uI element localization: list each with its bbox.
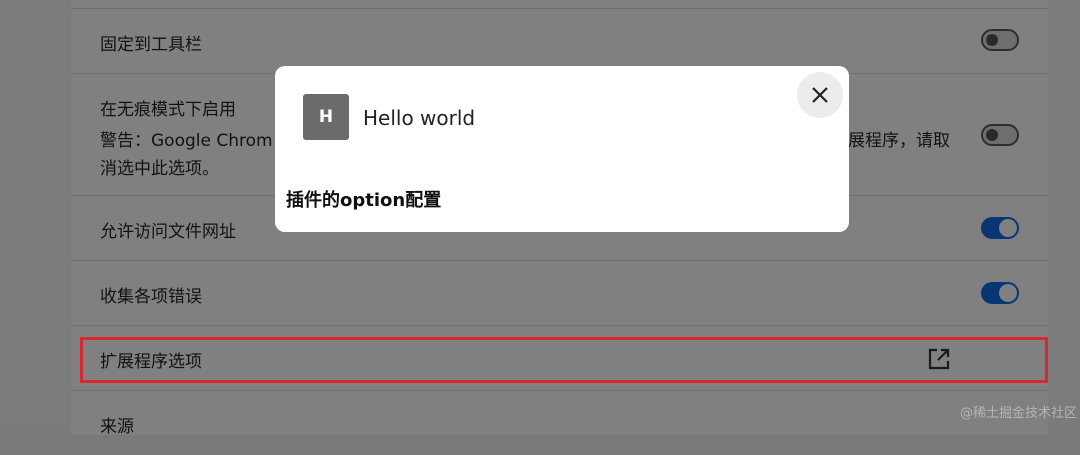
collect-errors-label: 收集各项错误	[100, 287, 202, 307]
close-button[interactable]	[797, 72, 843, 118]
settings-row-collect-errors: 收集各项错误	[71, 260, 1048, 325]
dialog-title: Hello world	[363, 106, 476, 130]
file-urls-label: 允许访问文件网址	[100, 222, 236, 242]
incognito-label: 在无痕模式下启用	[100, 100, 236, 120]
extension-avatar: H	[303, 94, 349, 140]
dialog-body-text: 插件的option配置	[286, 190, 442, 211]
pin-toolbar-toggle[interactable]	[981, 29, 1019, 51]
toggle-knob	[986, 129, 998, 141]
highlight-box	[80, 337, 1048, 383]
toggle-knob	[999, 284, 1017, 302]
incognito-toggle[interactable]	[981, 124, 1019, 146]
collect-errors-toggle[interactable]	[981, 282, 1019, 304]
toggle-knob	[986, 34, 998, 46]
incognito-warning-line2: 消选中此选项。	[100, 159, 219, 179]
pin-toolbar-label: 固定到工具栏	[100, 35, 202, 55]
extension-options-dialog: H Hello world 插件的option配置	[275, 66, 849, 232]
settings-row-pin-toolbar: 固定到工具栏	[71, 8, 1048, 73]
incognito-warning-text-right: 展程序，请取	[848, 131, 950, 151]
incognito-warning-text: 警告：Google Chrom	[100, 131, 273, 151]
file-urls-toggle[interactable]	[981, 217, 1019, 239]
close-icon	[812, 87, 828, 103]
toggle-knob	[999, 219, 1017, 237]
watermark: @稀土掘金技术社区	[960, 406, 1078, 421]
settings-row-source: 来源	[71, 390, 1048, 455]
